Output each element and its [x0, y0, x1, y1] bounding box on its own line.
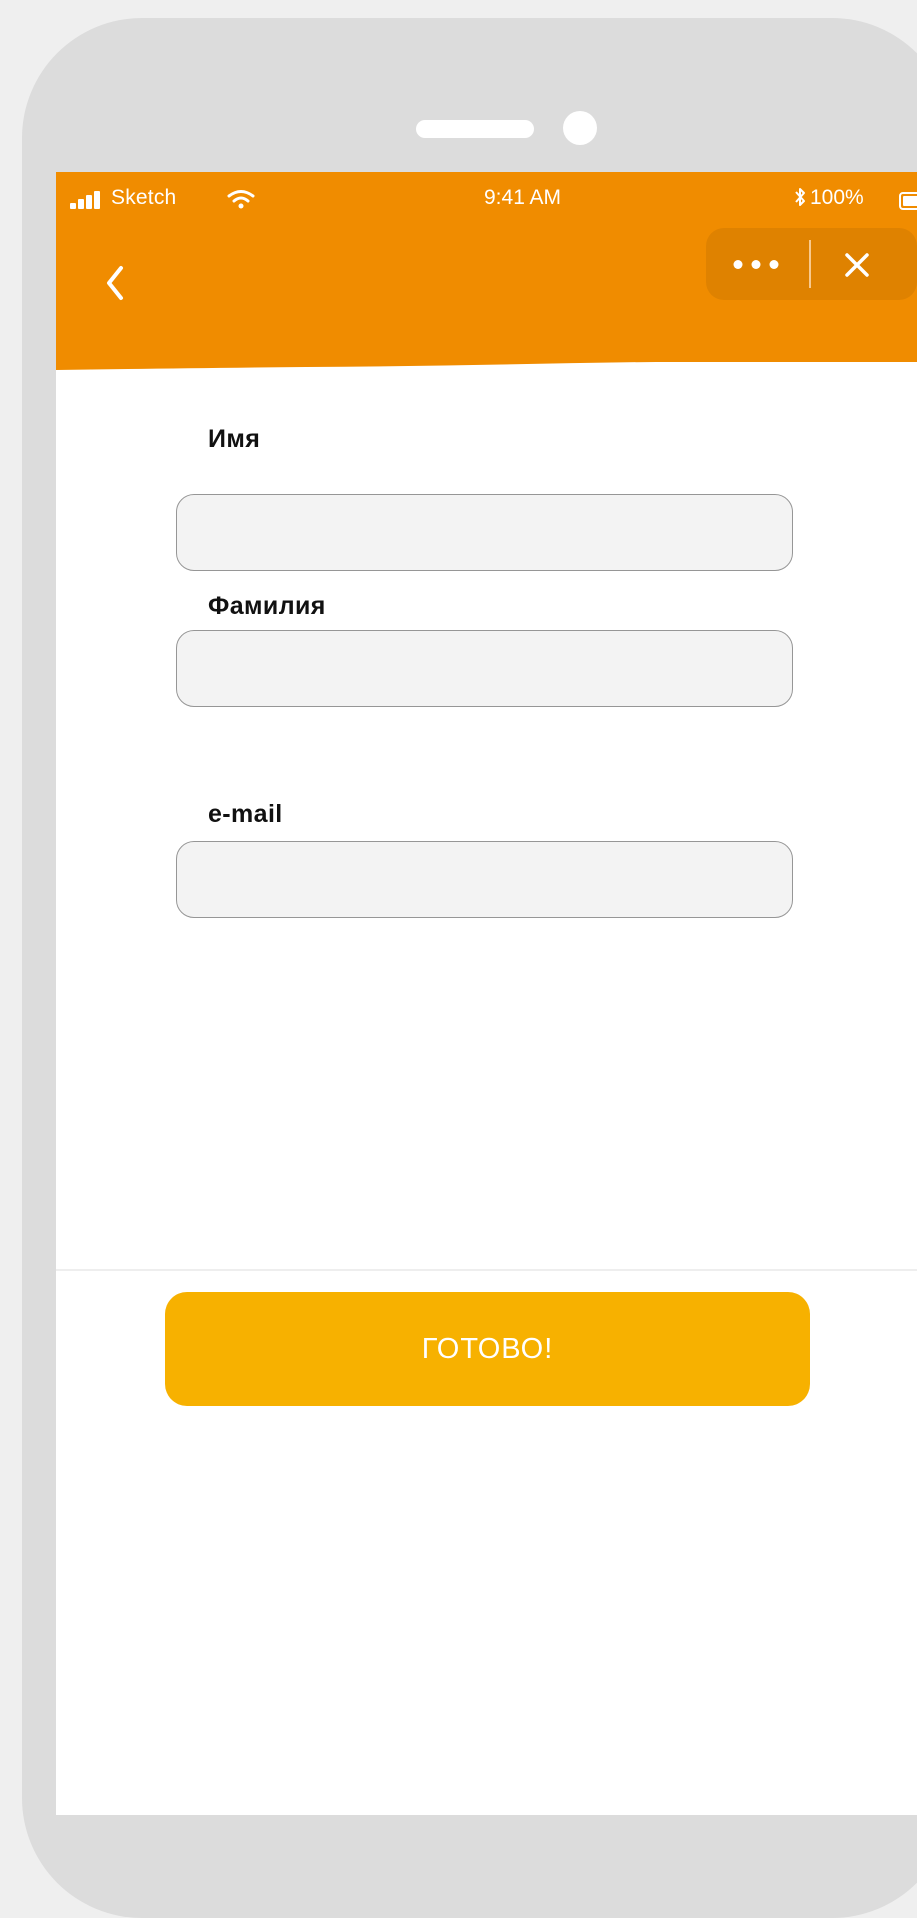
top-header: Sketch 9:41 AM 100%: [56, 172, 917, 362]
first-name-label: Имя: [208, 425, 261, 453]
mini-program-capsule: [706, 228, 917, 300]
header-wave: [56, 348, 917, 370]
status-time: 9:41 AM: [484, 186, 562, 209]
form-divider: [56, 1269, 917, 1271]
close-button[interactable]: [814, 228, 917, 300]
speaker-grille: [416, 120, 534, 138]
email-input[interactable]: [176, 841, 793, 918]
app-screen: Sketch 9:41 AM 100% Имя Фамилия e-mail Г…: [56, 172, 917, 1815]
first-name-input[interactable]: [176, 494, 793, 571]
front-camera: [563, 111, 597, 145]
close-icon: [845, 253, 869, 277]
capsule-divider: [809, 240, 811, 288]
email-label: e-mail: [208, 800, 283, 828]
battery-icon: [899, 192, 917, 210]
more-button[interactable]: [706, 228, 809, 300]
submit-button[interactable]: ГОТОВО!: [165, 1292, 810, 1406]
back-button[interactable]: [94, 256, 138, 312]
signal-icon: [70, 191, 104, 209]
last-name-input[interactable]: [176, 630, 793, 707]
wifi-icon: [227, 190, 255, 209]
status-bar: Sketch 9:41 AM 100%: [56, 172, 917, 224]
bluetooth-icon: [795, 188, 805, 206]
last-name-label: Фамилия: [208, 592, 326, 620]
more-dots-icon: [733, 260, 779, 269]
chevron-left-icon: [107, 266, 123, 300]
battery-percentage: 100%: [810, 186, 864, 209]
carrier-name: Sketch: [111, 186, 177, 209]
